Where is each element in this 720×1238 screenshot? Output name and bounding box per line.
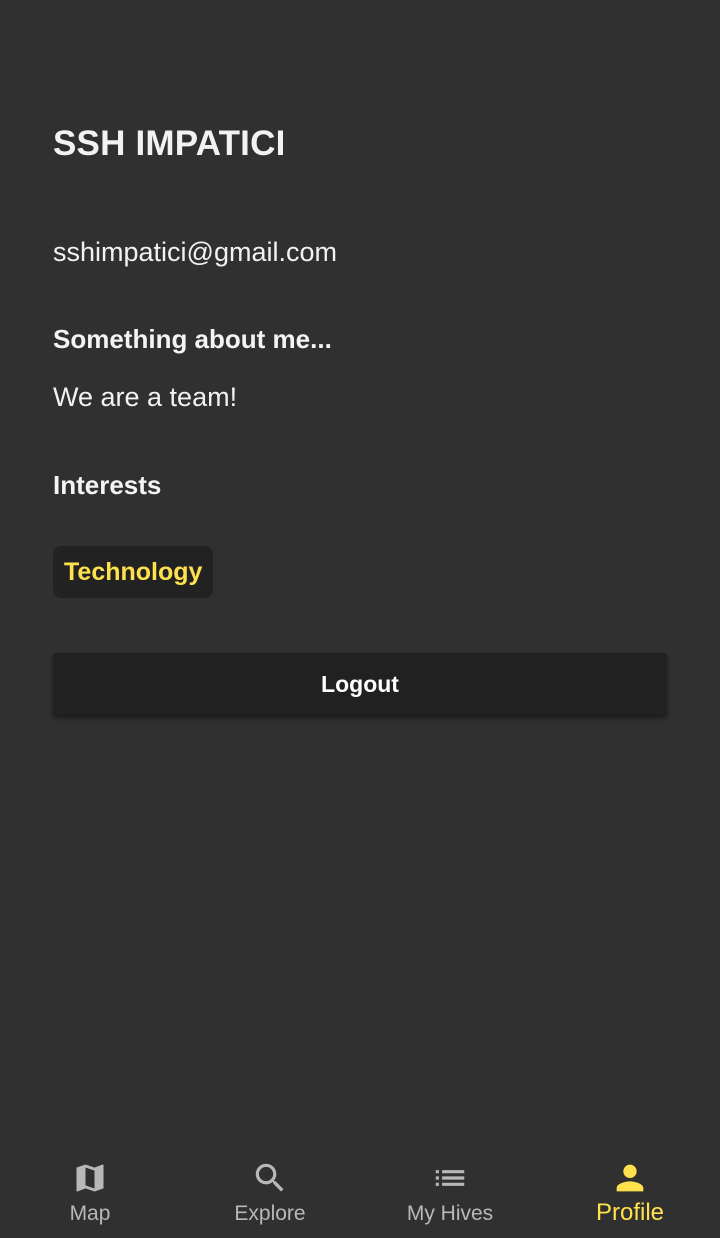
profile-screen: SSH IMPATICI sshimpatici@gmail.com Somet… — [0, 0, 720, 1238]
about-text: We are a team! — [53, 382, 238, 412]
search-icon — [250, 1158, 290, 1198]
nav-item-my-hives[interactable]: My Hives — [360, 1144, 540, 1238]
profile-name: SSH IMPATICI — [53, 124, 286, 163]
nav-label-profile: Profile — [595, 1199, 665, 1226]
nav-label-explore: Explore — [234, 1202, 306, 1225]
nav-item-explore[interactable]: Explore — [180, 1144, 360, 1238]
person-icon — [610, 1158, 650, 1198]
nav-item-profile[interactable]: Profile — [540, 1144, 720, 1238]
interest-chip-technology[interactable]: Technology — [53, 546, 214, 598]
profile-email: sshimpatici@gmail.com — [53, 237, 337, 267]
nav-label-map: Map — [69, 1202, 111, 1225]
nav-label-my-hives: My Hives — [406, 1202, 494, 1225]
about-heading: Something about me... — [53, 324, 332, 354]
map-icon — [70, 1158, 110, 1198]
list-icon — [430, 1158, 470, 1198]
nav-item-map[interactable]: Map — [0, 1144, 180, 1238]
bottom-navigation: Map Explore My Hives Profile — [0, 1144, 720, 1238]
logout-button[interactable]: Logout — [53, 653, 667, 715]
interests-heading: Interests — [53, 470, 162, 500]
